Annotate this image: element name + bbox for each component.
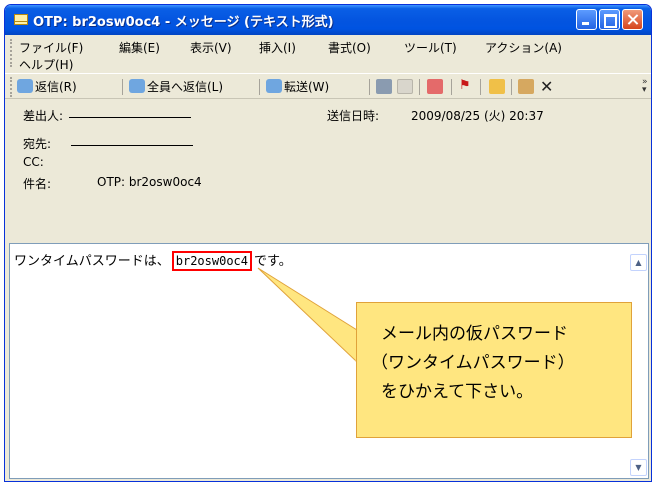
toolbar-separator bbox=[122, 79, 123, 95]
close-button[interactable] bbox=[622, 9, 643, 30]
forward-icon bbox=[266, 79, 282, 93]
reply-all-label: 全員へ返信(L) bbox=[147, 80, 224, 94]
minimize-button[interactable] bbox=[576, 9, 597, 30]
message-header: 差出人: 送信日時: 2009/08/25 (火) 20:37 宛先: CC: … bbox=[5, 99, 651, 239]
toolbar-separator bbox=[511, 79, 512, 95]
move-to-folder-icon[interactable] bbox=[427, 79, 443, 94]
toolbar: 返信(R) 全員へ返信(L) 転送(W) ⚑ ✕ » ▾ bbox=[5, 73, 651, 99]
from-value-redacted bbox=[69, 117, 191, 118]
toolbar-separator bbox=[451, 79, 452, 95]
menu-action[interactable]: アクション(A) bbox=[485, 39, 562, 56]
scroll-down-button[interactable]: ▼ bbox=[630, 459, 647, 476]
callout-line-3: をひかえて下さい。 bbox=[381, 382, 534, 402]
toolbar-grip[interactable] bbox=[10, 77, 12, 97]
callout-line-2: （ワンタイムパスワード） bbox=[371, 353, 575, 373]
reply-icon bbox=[17, 79, 33, 93]
reply-all-icon bbox=[129, 79, 145, 93]
menu-help[interactable]: ヘルプ(H) bbox=[19, 56, 73, 73]
message-text: ワンタイムパスワードは、 br2osw0oc4 です。 bbox=[14, 250, 292, 271]
title-bar[interactable]: OTP: br2osw0oc4 - メッセージ (テキスト形式) bbox=[5, 5, 651, 35]
toolbar-separator bbox=[480, 79, 481, 95]
flag-icon[interactable]: ⚑ bbox=[459, 79, 471, 94]
forward-button[interactable]: 転送(W) bbox=[266, 78, 329, 96]
to-value-redacted bbox=[71, 145, 193, 146]
sent-value: 2009/08/25 (火) 20:37 bbox=[411, 109, 544, 123]
to-label: 宛先: bbox=[23, 137, 52, 151]
subject-label: 件名: bbox=[23, 177, 52, 191]
menu-file[interactable]: ファイル(F) bbox=[19, 39, 83, 56]
from-label: 差出人: bbox=[23, 109, 64, 123]
menu-bar: ファイル(F) 編集(E) 表示(V) 挿入(I) 書式(O) ツール(T) ア… bbox=[5, 35, 651, 73]
window-title: OTP: br2osw0oc4 - メッセージ (テキスト形式) bbox=[33, 15, 334, 30]
subject-value: OTP: br2osw0oc4 bbox=[97, 175, 202, 189]
copy-icon[interactable] bbox=[397, 79, 413, 94]
instruction-callout: メール内の仮パスワード （ワンタイムパスワード） をひかえて下さい。 bbox=[356, 302, 632, 438]
open-folder-icon[interactable] bbox=[489, 79, 505, 94]
password-highlight: br2osw0oc4 bbox=[171, 251, 252, 271]
menu-edit[interactable]: 編集(E) bbox=[119, 39, 160, 56]
reply-all-button[interactable]: 全員へ返信(L) bbox=[129, 78, 223, 96]
message-suffix: です。 bbox=[254, 254, 292, 269]
toolbar-separator bbox=[369, 79, 370, 95]
sent-label: 送信日時: bbox=[327, 109, 380, 123]
callout-line-1: メール内の仮パスワード bbox=[381, 324, 568, 344]
menu-format[interactable]: 書式(O) bbox=[328, 39, 371, 56]
reply-button[interactable]: 返信(R) bbox=[17, 78, 77, 96]
delete-icon[interactable]: ✕ bbox=[540, 79, 556, 95]
maximize-button[interactable] bbox=[599, 9, 620, 30]
envelope-icon bbox=[14, 14, 28, 25]
message-prefix: ワンタイムパスワードは、 bbox=[14, 254, 170, 269]
menu-insert[interactable]: 挿入(I) bbox=[259, 39, 296, 56]
toolbar-separator bbox=[259, 79, 260, 95]
toolbar-overflow-icon[interactable]: » ▾ bbox=[642, 78, 648, 95]
menu-grip[interactable] bbox=[10, 39, 12, 67]
reply-label: 返信(R) bbox=[35, 80, 77, 94]
cc-label: CC: bbox=[23, 155, 44, 169]
print-icon[interactable] bbox=[376, 79, 392, 94]
menu-view[interactable]: 表示(V) bbox=[190, 39, 232, 56]
menu-tools[interactable]: ツール(T) bbox=[404, 39, 457, 56]
toolbar-separator bbox=[419, 79, 420, 95]
forward-label: 転送(W) bbox=[284, 80, 330, 94]
address-book-icon[interactable] bbox=[518, 79, 534, 94]
scroll-up-button[interactable]: ▲ bbox=[630, 254, 647, 271]
